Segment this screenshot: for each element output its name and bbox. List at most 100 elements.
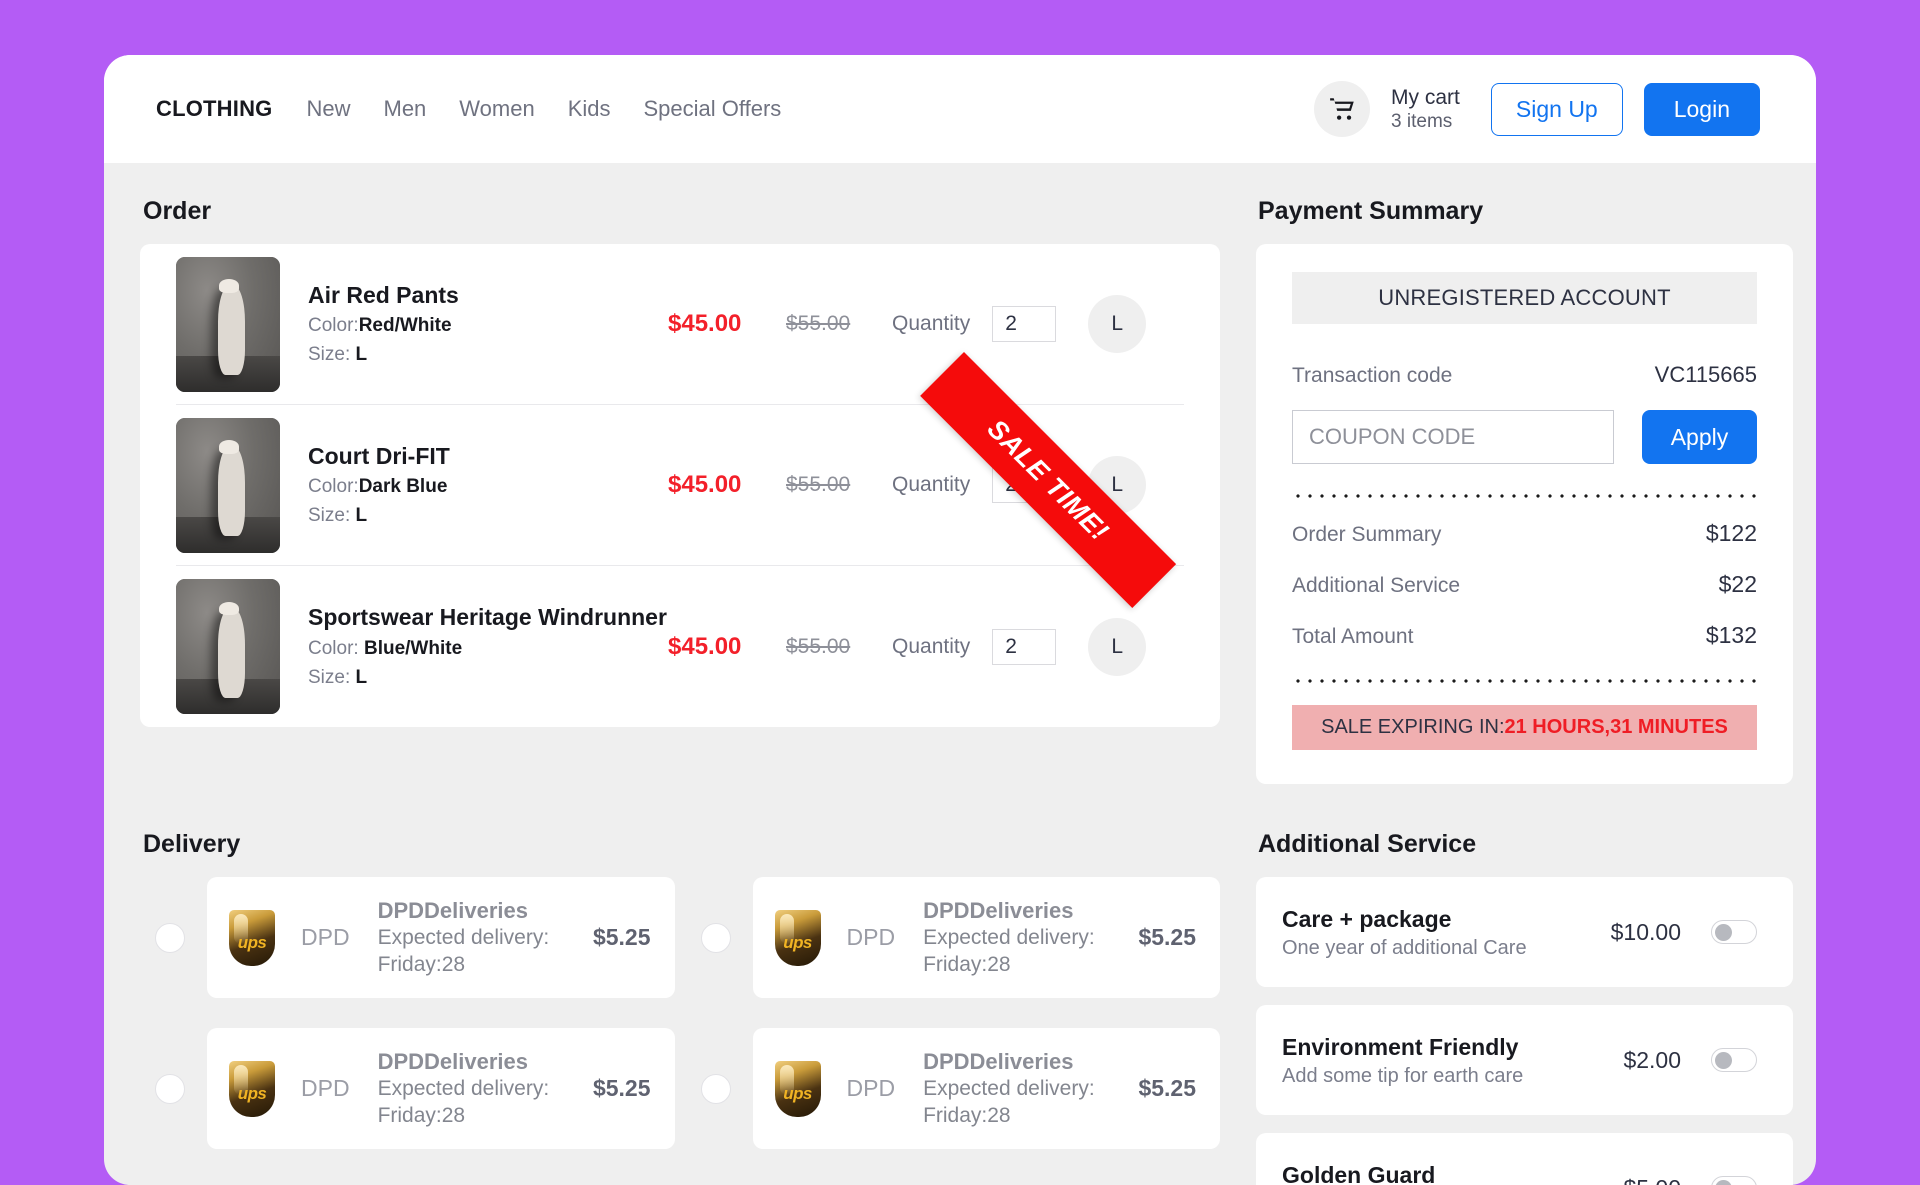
carrier-code: DPD <box>847 1075 896 1102</box>
summary-value: $122 <box>1706 520 1757 547</box>
service-item[interactable]: Environment Friendly Add some tip for ea… <box>1256 1005 1793 1115</box>
product-thumbnail <box>176 579 280 714</box>
summary-row-additional: Additional Service $22 <box>1292 571 1757 598</box>
carrier-code: DPD <box>301 924 350 951</box>
payment-summary-title: Payment Summary <box>1258 197 1793 226</box>
additional-service-title: Additional Service <box>1258 830 1793 859</box>
sign-up-button[interactable]: Sign Up <box>1491 83 1623 136</box>
delivery-eta-value: Friday:28 <box>378 1103 575 1130</box>
main-nav-links: New Men Women Kids Special Offers <box>306 96 781 122</box>
carrier-code: DPD <box>847 924 896 951</box>
summary-label: Order Summary <box>1292 523 1441 547</box>
transaction-code-row: Transaction code VC115665 <box>1292 362 1757 388</box>
app-window: CLOTHING New Men Women Kids Special Offe… <box>104 55 1816 1185</box>
product-old-price: $55.00 <box>786 635 892 659</box>
product-color: Color: Blue/White <box>308 635 668 664</box>
top-navigation-bar: CLOTHING New Men Women Kids Special Offe… <box>104 55 1816 163</box>
ups-shield-icon: ups <box>229 1061 275 1117</box>
product-size: Size: L <box>308 502 668 531</box>
transaction-code-label: Transaction code <box>1292 364 1452 388</box>
service-toggle[interactable] <box>1711 920 1757 944</box>
product-thumbnail <box>176 257 280 392</box>
nav-item-kids[interactable]: Kids <box>568 96 611 122</box>
product-price: $45.00 <box>668 633 786 661</box>
order-item-row: Sportswear Heritage Windrunner Color: Bl… <box>176 566 1184 727</box>
account-status-badge: UNREGISTERED ACCOUNT <box>1292 272 1757 324</box>
delivery-card[interactable]: ups DPD DPDDeliveries Expected delivery:… <box>753 877 1221 998</box>
divider-dotted-top <box>1292 494 1757 498</box>
delivery-radio[interactable] <box>155 1074 185 1104</box>
delivery-price: $5.25 <box>1138 1075 1196 1102</box>
order-item-info: Court Dri-FIT Color:Dark Blue Size: L <box>308 439 668 531</box>
nav-item-men[interactable]: Men <box>384 96 427 122</box>
delivery-name: DPDDeliveries <box>923 1047 1120 1077</box>
quantity-input[interactable] <box>992 306 1056 342</box>
size-badge: L <box>1088 618 1146 676</box>
nav-item-new[interactable]: New <box>306 96 350 122</box>
service-toggle[interactable] <box>1711 1048 1757 1072</box>
order-item-info: Air Red Pants Color:Red/White Size: L <box>308 278 668 370</box>
delivery-details: DPDDeliveries Expected delivery: Friday:… <box>923 896 1120 979</box>
delivery-radio[interactable] <box>701 923 731 953</box>
ups-shield-icon: ups <box>775 910 821 966</box>
product-name: Air Red Pants <box>308 278 668 313</box>
ups-logo-text: ups <box>783 1084 811 1104</box>
delivery-card[interactable]: ups DPD DPDDeliveries Expected delivery:… <box>207 877 675 998</box>
product-size: Size: L <box>308 341 668 370</box>
nav-item-special-offers[interactable]: Special Offers <box>644 96 782 122</box>
coupon-code-input[interactable] <box>1292 410 1614 464</box>
delivery-card[interactable]: ups DPD DPDDeliveries Expected delivery:… <box>753 1028 1221 1149</box>
delivery-option[interactable]: ups DPD DPDDeliveries Expected delivery:… <box>155 1028 675 1149</box>
ups-logo-text: ups <box>238 933 266 953</box>
delivery-radio[interactable] <box>701 1074 731 1104</box>
service-price: $2.00 <box>1623 1047 1681 1074</box>
delivery-eta-value: Friday:28 <box>923 1103 1120 1130</box>
delivery-details: DPDDeliveries Expected delivery: Friday:… <box>378 896 575 979</box>
service-name: Environment Friendly <box>1282 1031 1623 1063</box>
shopping-cart-icon <box>1329 96 1356 123</box>
summary-value: $132 <box>1706 622 1757 649</box>
brand-logo[interactable]: CLOTHING <box>156 96 272 122</box>
apply-coupon-button[interactable]: Apply <box>1642 410 1757 464</box>
login-button[interactable]: Login <box>1644 83 1760 136</box>
product-name: Court Dri-FIT <box>308 439 668 474</box>
product-name: Sportswear Heritage Windrunner <box>308 600 668 635</box>
cart-summary: My cart 3 items <box>1391 85 1460 134</box>
cart-title: My cart <box>1391 85 1460 111</box>
ups-shield-icon: ups <box>775 1061 821 1117</box>
delivery-eta-value: Friday:28 <box>378 952 575 979</box>
delivery-option[interactable]: ups DPD DPDDeliveries Expected delivery:… <box>155 877 675 998</box>
product-thumbnail <box>176 418 280 553</box>
ups-logo-text: ups <box>238 1084 266 1104</box>
product-price: $45.00 <box>668 471 786 499</box>
delivery-name: DPDDeliveries <box>923 896 1120 926</box>
delivery-eta-label: Expected delivery: <box>923 925 1120 952</box>
divider-dotted-bottom <box>1292 679 1757 683</box>
toggle-knob <box>1715 924 1732 941</box>
delivery-radio[interactable] <box>155 923 185 953</box>
service-item[interactable]: Care + package One year of additional Ca… <box>1256 877 1793 987</box>
service-toggle[interactable] <box>1711 1176 1757 1185</box>
additional-service-section: Additional Service Care + package One ye… <box>1256 830 1793 1185</box>
nav-item-women[interactable]: Women <box>459 96 534 122</box>
product-old-price: $55.00 <box>786 312 892 336</box>
delivery-price: $5.25 <box>1138 924 1196 951</box>
delivery-option[interactable]: ups DPD DPDDeliveries Expected delivery:… <box>701 877 1221 998</box>
main-content: Order Air Red Pants Color:Red/White Size… <box>104 163 1816 1185</box>
ups-logo-text: ups <box>783 933 811 953</box>
sale-expiry-prefix: SALE EXPIRING IN: <box>1321 716 1504 738</box>
quantity-label: Quantity <box>892 473 970 497</box>
delivery-name: DPDDeliveries <box>378 1047 575 1077</box>
product-color: Color:Red/White <box>308 312 668 341</box>
order-section-title: Order <box>143 197 1220 226</box>
delivery-option[interactable]: ups DPD DPDDeliveries Expected delivery:… <box>701 1028 1221 1149</box>
sale-expiry-banner: SALE EXPIRING IN:21 HOURS,31 MINUTES <box>1292 705 1757 750</box>
service-text: Care + package One year of additional Ca… <box>1282 903 1611 961</box>
quantity-input[interactable] <box>992 629 1056 665</box>
cart-button[interactable] <box>1314 81 1370 137</box>
payment-summary-section: Payment Summary UNREGISTERED ACCOUNT Tra… <box>1256 197 1793 784</box>
service-item[interactable]: Golden Guard 30 days more for return $5.… <box>1256 1133 1793 1185</box>
service-name: Golden Guard <box>1282 1159 1623 1185</box>
delivery-price: $5.25 <box>593 1075 651 1102</box>
delivery-card[interactable]: ups DPD DPDDeliveries Expected delivery:… <box>207 1028 675 1149</box>
